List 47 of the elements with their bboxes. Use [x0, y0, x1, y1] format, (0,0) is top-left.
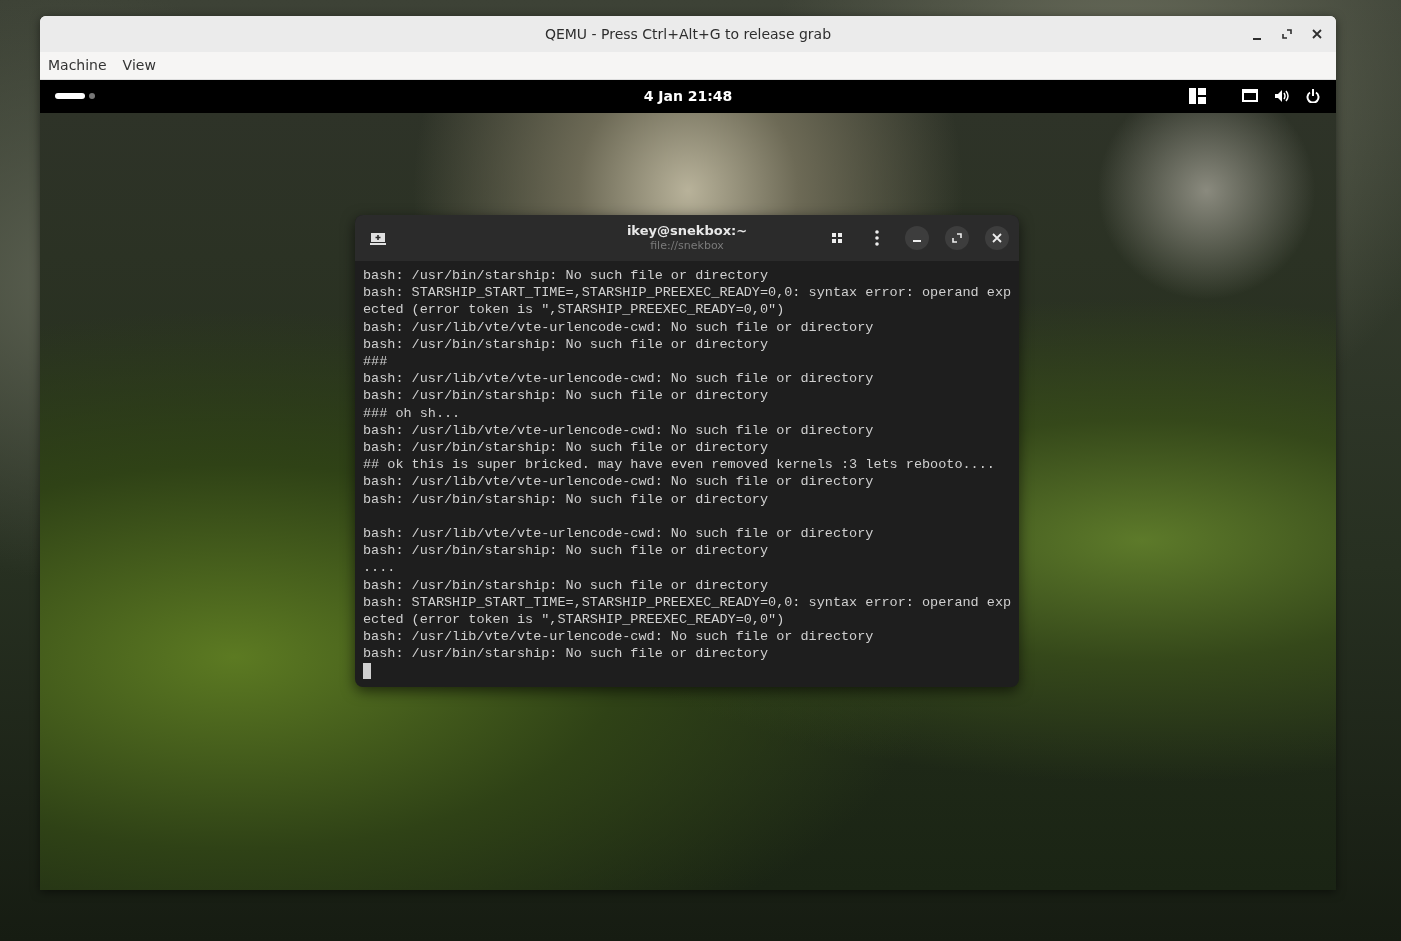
grid-dots-icon — [831, 232, 843, 244]
terminal-line: bash: /usr/bin/starship: No such file or directory — [363, 542, 769, 560]
terminal-line: ected (error token is ",STARSHIP_PREEXEC_READY=0,0") — [363, 301, 785, 319]
maximize-icon — [1282, 29, 1292, 39]
menu-item[interactable]: View — [114, 55, 164, 76]
menu-item[interactable]: Machine — [40, 55, 115, 76]
close-icon — [1312, 29, 1322, 39]
terminal-line: bash: /usr/bin/starship: No such file or directory — [363, 439, 769, 457]
workspace-indicator[interactable] — [55, 93, 85, 99]
terminal-line: bash: /usr/bin/starship: No such file or directory — [363, 267, 769, 285]
minimize-icon — [913, 239, 921, 242]
terminal-line: bash: /usr/bin/starship: No such file or directory — [363, 490, 769, 508]
terminal-line: bash: /usr/lib/vte/vte-urlencode-cwd: No such file or directory — [363, 421, 874, 440]
maximize-button[interactable] — [945, 226, 969, 250]
terminal-title: ikey@snekbox:~ — [626, 223, 748, 239]
terminal-subtitle: file://snekbox — [650, 239, 724, 253]
new-tab-icon[interactable] — [370, 232, 386, 245]
window-title: QEMU - Press Ctrl+Alt+G to release grab — [544, 24, 832, 44]
terminal-line: bash: /usr/lib/vte/vte-urlencode-cwd: No such file or directory — [363, 370, 874, 388]
terminal-line: bash: /usr/bin/starship: No such file or directory — [363, 335, 769, 353]
volume-icon[interactable] — [1274, 89, 1290, 103]
terminal-line: bash: /usr/bin/starship: No such file or directory — [363, 576, 769, 594]
layout-icon[interactable] — [1189, 88, 1206, 104]
text-cursor — [363, 662, 371, 679]
close-icon — [992, 233, 1002, 243]
terminal-line: bash: /usr/lib/vte/vte-urlencode-cwd: No such file or directory — [363, 318, 874, 336]
terminal-line: bash: /usr/bin/starship: No such file or directory — [363, 645, 769, 663]
workspace-indicator[interactable] — [89, 93, 95, 99]
close-button[interactable] — [985, 226, 1009, 250]
terminal-line: bash: /usr/lib/vte/vte-urlencode-cwd: No such file or directory — [363, 473, 874, 491]
terminal-line: ### oh sh... — [363, 404, 461, 422]
minimize-icon — [1253, 38, 1261, 40]
minimize-button[interactable] — [905, 226, 929, 250]
terminal-line: bash: STARSHIP_START_TIME=,STARSHIP_PREEXEC_READY=0,0: syntax error: operand exp — [363, 593, 1012, 612]
terminal-line: ## ok this is super bricked. may have even removed kernels :3 lets rebooto.... — [363, 456, 995, 474]
terminal-line: bash: /usr/lib/vte/vte-urlencode-cwd: No such file or directory — [363, 628, 874, 646]
terminal-line: ### — [363, 353, 388, 371]
terminal-line: .... — [363, 559, 396, 577]
power-icon[interactable] — [1306, 89, 1320, 103]
terminal-line: bash: /usr/bin/starship: No such file or directory — [363, 387, 769, 405]
terminal-line: bash: /usr/lib/vte/vte-urlencode-cwd: No such file or directory — [363, 525, 874, 543]
terminal-line: bash: STARSHIP_START_TIME=,STARSHIP_PREEXEC_READY=0,0: syntax error: operand exp — [363, 284, 1012, 302]
maximize-icon — [952, 233, 962, 243]
terminal-line: ected (error token is ",STARSHIP_PREEXEC_READY=0,0") — [363, 611, 785, 629]
display-icon[interactable] — [1242, 89, 1258, 103]
menu-icon — [875, 230, 879, 246]
clock[interactable]: 4 Jan 21:48 — [643, 86, 733, 107]
